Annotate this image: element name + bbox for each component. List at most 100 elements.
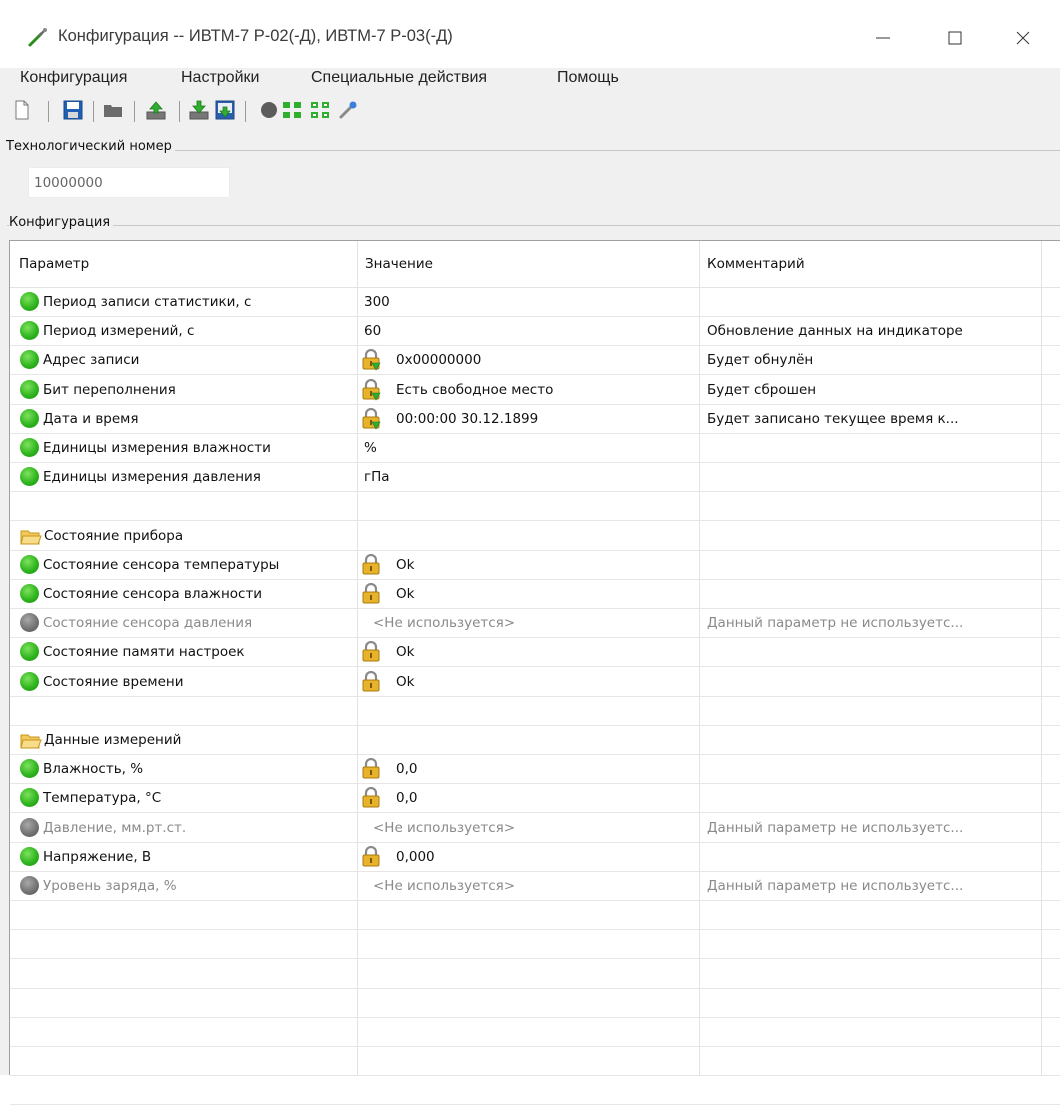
menu-configuration[interactable]: Конфигурация xyxy=(18,69,129,87)
lock-icon xyxy=(361,553,381,576)
group-row[interactable]: Состояние прибора xyxy=(10,522,1060,551)
table-row[interactable]: Период записи статистики, с 300 xyxy=(10,288,1060,317)
open-button[interactable] xyxy=(100,97,126,123)
toolbar-separator xyxy=(179,101,180,122)
status-grey-icon xyxy=(20,817,39,837)
column-header-comment[interactable]: Комментарий xyxy=(707,241,805,287)
menu-special-actions[interactable]: Специальные действия xyxy=(309,69,489,87)
upload-icon xyxy=(146,101,166,120)
parameter-value[interactable]: Ok xyxy=(396,551,414,580)
maximize-button[interactable] xyxy=(932,18,978,58)
status-green-icon xyxy=(20,438,39,457)
table-row[interactable]: Давление, мм.рт.ст. <Не используется> Данн… xyxy=(10,814,1060,843)
table-row[interactable]: Состояние сенсора давления <Не использует… xyxy=(10,609,1060,639)
table-row[interactable]: Единицы измерения влажности% xyxy=(10,434,1060,463)
table-row[interactable]: Бит переполнения Есть свободное место Буде… xyxy=(10,376,1060,405)
table-row[interactable]: Влажность, % 0,0 xyxy=(10,755,1060,785)
empty-row xyxy=(10,901,1060,931)
status-green-icon xyxy=(20,846,39,866)
parameter-name: Единицы измерения влажности xyxy=(43,440,271,456)
parameter-value[interactable]: 60 xyxy=(364,317,381,346)
parameter-name: Состояние сенсора влажности xyxy=(43,586,263,602)
parameter-value[interactable]: <Не используется> xyxy=(373,814,515,843)
expand-button[interactable] xyxy=(279,97,305,123)
table-row[interactable]: Уровень заряда, % <Не используется> Данный… xyxy=(10,872,1060,901)
parameter-value[interactable]: Есть свободное место xyxy=(396,376,553,405)
parameter-comment: Данный параметр не используетс... xyxy=(707,615,964,632)
lock-write-icon xyxy=(361,378,381,401)
menu-help[interactable]: Помощь xyxy=(555,69,621,87)
parameter-comment: Обновление данных на индикаторе xyxy=(707,323,963,340)
parameter-value[interactable]: Ok xyxy=(396,638,414,667)
probe-connect-icon xyxy=(339,101,357,119)
upload-button[interactable] xyxy=(143,97,169,123)
parameter-name: Уровень заряда, % xyxy=(43,878,177,894)
download-icon xyxy=(189,100,209,120)
parameter-value[interactable]: гПа xyxy=(364,463,390,492)
toolbar-separator xyxy=(134,101,135,122)
lock-icon xyxy=(361,641,381,663)
save-button[interactable] xyxy=(60,97,86,123)
parameter-value[interactable]: Ok xyxy=(396,580,414,609)
parameter-value[interactable]: % xyxy=(364,434,377,463)
parameter-name: Состояние сенсора температуры xyxy=(43,556,280,573)
expand-icon xyxy=(283,102,301,118)
app-probe-icon xyxy=(28,28,47,47)
lock-icon xyxy=(361,582,381,605)
parameter-value[interactable]: Ok xyxy=(396,668,414,697)
group-label: Данные измерений xyxy=(44,732,182,748)
folder-open-icon xyxy=(20,733,42,749)
table-row[interactable]: Дата и время 00:00:00 30.12.1899 Будет зап… xyxy=(10,405,1060,434)
table-row[interactable]: Состояние сенсора температуры Ok xyxy=(10,551,1060,580)
status-green-icon xyxy=(20,379,39,399)
table-row[interactable]: Напряжение, В 0,000 xyxy=(10,843,1060,872)
parameter-value[interactable]: 0x00000000 xyxy=(396,346,481,375)
column-header-parameter[interactable]: Параметр xyxy=(19,241,89,287)
minimize-icon xyxy=(876,37,890,39)
title-bar[interactable]: Конфигурация -- ИВТМ-7 Р-02(-Д), ИВТМ-7 … xyxy=(0,0,1060,68)
collapse-button[interactable] xyxy=(307,97,333,123)
parameter-value[interactable]: <Не используется> xyxy=(373,609,515,638)
maximize-icon xyxy=(948,31,962,45)
parameter-name: Состояние времени xyxy=(43,673,184,690)
write-to-device-button[interactable] xyxy=(212,97,238,123)
lock-write-icon xyxy=(361,407,381,430)
table-row[interactable]: Единицы измерения давления гПа xyxy=(10,463,1060,493)
parameter-name: Период записи статистики, с xyxy=(43,294,252,310)
circle-icon xyxy=(261,102,277,118)
group-row[interactable]: Данные измерений xyxy=(10,726,1060,755)
parameter-value[interactable]: 0,0 xyxy=(396,784,417,813)
toolbar-separator xyxy=(245,101,246,122)
table-row[interactable]: Состояние сенсора влажности Ok xyxy=(10,580,1060,609)
table-row[interactable]: Состояние времени Ok xyxy=(10,668,1060,697)
table-row[interactable]: Адрес записи 0x00000000 Будет обнулён xyxy=(10,346,1060,376)
status-green-icon xyxy=(20,408,39,428)
parameter-name: Период измерений, с xyxy=(43,323,195,340)
column-header-value[interactable]: Значение xyxy=(365,241,433,287)
parameter-value[interactable]: 00:00:00 30.12.1899 xyxy=(396,405,538,434)
connect-button[interactable] xyxy=(335,97,361,123)
new-button[interactable] xyxy=(9,97,35,123)
tech-number-field[interactable]: 10000000 xyxy=(28,167,230,198)
table-row[interactable]: Состояние памяти настроек Ok xyxy=(10,638,1060,668)
parameter-value[interactable]: 0,0 xyxy=(396,755,417,784)
table-row[interactable]: Период измерений, с 60 Обновление данных н… xyxy=(10,317,1060,347)
config-grid[interactable]: Параметр Значение Комментарий Период зап… xyxy=(9,240,1060,1105)
parameter-comment: Будет сброшен xyxy=(707,381,817,398)
parameter-value[interactable]: <Не используется> xyxy=(373,872,515,901)
parameter-name: Состояние сенсора давления xyxy=(43,615,253,632)
minimize-button[interactable] xyxy=(860,18,906,58)
download-button[interactable] xyxy=(186,97,212,123)
status-green-icon xyxy=(20,350,39,370)
parameter-value[interactable]: 0,000 xyxy=(396,843,435,872)
close-button[interactable] xyxy=(1000,18,1046,58)
parameter-value[interactable]: 300 xyxy=(364,288,390,317)
menu-settings[interactable]: Настройки xyxy=(179,69,261,87)
lock-icon xyxy=(361,670,381,693)
menu-bar: Конфигурация Настройки Специальные дейст… xyxy=(0,68,1060,92)
floppy-disk-icon xyxy=(63,100,83,120)
status-green-icon xyxy=(20,292,39,311)
parameter-name: Давление, мм.рт.ст. xyxy=(43,819,187,836)
close-icon xyxy=(1016,31,1030,45)
table-row[interactable]: Температура, °C 0,0 xyxy=(10,784,1060,814)
